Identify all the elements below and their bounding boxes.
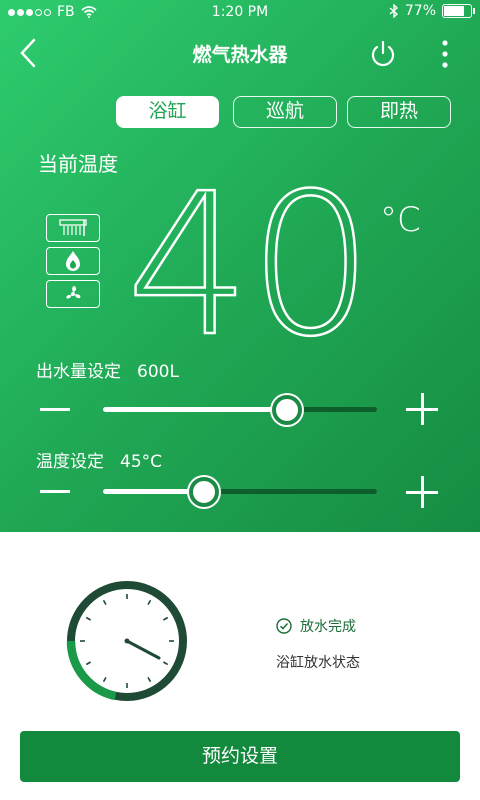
temp-unit: °C xyxy=(380,200,421,240)
bath-status-text: 放水完成 xyxy=(300,619,356,635)
battery-percent: 77% xyxy=(404,3,436,19)
tab-cruise[interactable]: 巡航 xyxy=(233,96,337,128)
bath-status-description: 浴缸放水状态 xyxy=(276,655,360,671)
water-volume-label: 出水量设定 xyxy=(36,362,121,382)
mode-tabs: 浴缸 巡航 即热 xyxy=(0,96,480,128)
temperature-slider-handle[interactable] xyxy=(189,477,220,507)
temperature-plus-button[interactable] xyxy=(406,476,438,508)
current-temp-value: 40 xyxy=(125,152,375,380)
clock-icon xyxy=(66,581,187,701)
reserve-settings-button[interactable]: 预约设置 xyxy=(20,731,460,782)
temperature-slider[interactable] xyxy=(103,477,377,507)
shower-icon xyxy=(46,214,100,242)
water-volume-slider[interactable] xyxy=(103,395,377,425)
temperature-minus-button[interactable] xyxy=(40,490,70,493)
water-volume-plus-button[interactable] xyxy=(406,393,438,425)
mode-icon-group xyxy=(46,214,102,313)
tab-instant[interactable]: 即热 xyxy=(347,96,451,128)
bluetooth-icon xyxy=(389,4,398,18)
water-volume-minus-button[interactable] xyxy=(40,408,70,411)
temperature-setting-value: 45°C xyxy=(120,452,163,472)
water-volume-slider-fill xyxy=(103,407,287,412)
temperature-setting: 温度设定 45°C xyxy=(36,447,162,472)
status-bar: FB 1:20 PM 77% xyxy=(0,0,480,26)
more-vertical-icon[interactable] xyxy=(438,38,452,70)
check-circle-icon xyxy=(276,618,292,634)
fan-icon xyxy=(46,280,100,308)
control-panel: FB 1:20 PM 77% 燃气热水器 浴缸 巡航 即热 当前温度 40 °C… xyxy=(0,0,480,532)
bath-status: 放水完成 xyxy=(276,616,356,636)
current-temp-label: 当前温度 xyxy=(38,152,118,176)
water-volume-value: 600L xyxy=(137,362,179,382)
water-volume-slider-handle[interactable] xyxy=(271,395,302,425)
water-volume-setting: 出水量设定 600L xyxy=(36,357,179,382)
temperature-setting-label: 温度设定 xyxy=(36,452,104,472)
power-icon[interactable] xyxy=(368,39,398,69)
tab-bathtub[interactable]: 浴缸 xyxy=(116,96,219,128)
page-title: 燃气热水器 xyxy=(192,44,288,66)
battery-icon xyxy=(442,4,475,18)
flame-icon xyxy=(46,247,100,275)
